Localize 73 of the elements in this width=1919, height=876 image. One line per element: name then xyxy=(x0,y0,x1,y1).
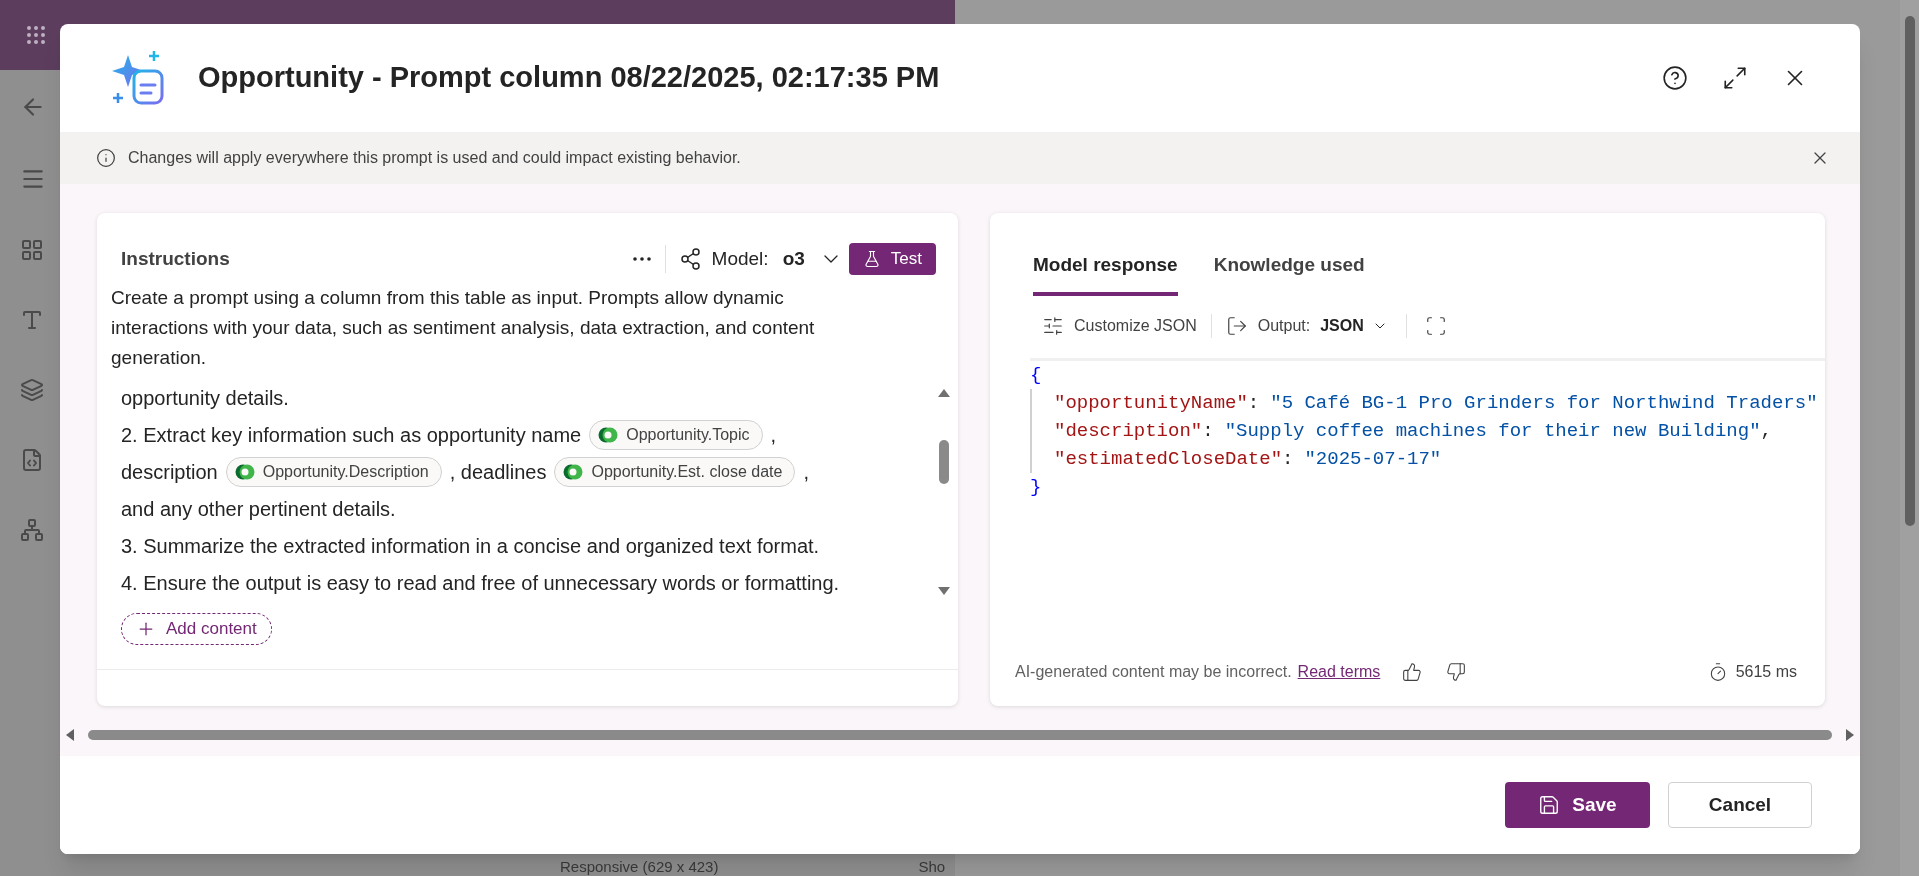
duration-text: 5615 ms xyxy=(1735,662,1797,682)
variable-chip[interactable]: Opportunity.Description xyxy=(225,456,442,487)
code-file-icon[interactable] xyxy=(20,448,44,472)
thumbs-up-icon xyxy=(1402,662,1423,682)
json-colon: : xyxy=(1247,390,1260,416)
customize-json-button[interactable]: Customize JSON xyxy=(1042,313,1197,338)
json-value: "Supply coffee machines for their new Building" xyxy=(1224,418,1761,444)
nodes-icon xyxy=(679,248,702,270)
tab[interactable]: Knowledge used xyxy=(1213,251,1365,296)
instructions-description: Create a prompt using a column from this table as input. Prompts allow dynamic interactions with your data, such as sentiment analysis, data extraction, and content generation. xyxy=(110,286,816,370)
instruction-text: and any other pertinent details. xyxy=(121,496,396,522)
expand-icon xyxy=(1722,65,1748,91)
json-value: "2025-07-17" xyxy=(1304,446,1442,472)
disclaimer-text: AI-generated content may be incorrect. xyxy=(1015,662,1292,682)
info-icon xyxy=(96,148,116,168)
more-button[interactable] xyxy=(632,257,651,261)
variable-chip[interactable]: Opportunity.Topic xyxy=(589,419,763,450)
scroll-up-icon[interactable] xyxy=(938,389,950,397)
panel-title: Instructions xyxy=(121,246,230,271)
dialog-title: Opportunity - Prompt column 08/22/2025, 02:17:35 PM xyxy=(198,60,940,96)
model-value: o3 xyxy=(782,246,805,271)
output-label: Output: xyxy=(1257,315,1311,336)
layout-label: Responsive (629 x 423) xyxy=(560,858,719,876)
json-brace: } xyxy=(1030,474,1042,500)
json-colon: : xyxy=(1282,446,1294,472)
components-icon[interactable] xyxy=(20,238,44,262)
instruction-text: , xyxy=(803,459,809,485)
more-icon xyxy=(632,257,651,261)
instruction-text: 3. Summarize the extracted information in a concise and organized text format. xyxy=(121,533,820,559)
help-button[interactable] xyxy=(1660,63,1690,93)
backdrop-text: Sho xyxy=(918,858,946,876)
fullscreen-button[interactable] xyxy=(1424,314,1447,337)
thumbs-down-icon xyxy=(1446,662,1467,682)
scrollbar-thumb[interactable] xyxy=(1904,16,1915,526)
cancel-button[interactable]: Cancel xyxy=(1668,782,1812,828)
app-launcher-icon[interactable] xyxy=(24,23,48,47)
json-colon: : xyxy=(1202,418,1214,444)
test-button[interactable]: Test xyxy=(848,243,936,275)
thumbs-down-button[interactable] xyxy=(1446,662,1467,682)
instruction-text: , xyxy=(770,422,777,448)
json-key: "estimatedCloseDate" xyxy=(1054,444,1283,473)
flask-icon xyxy=(862,250,881,268)
layers-icon[interactable] xyxy=(20,378,44,402)
notice-text: Changes will apply everywhere this prompt is used and could impact existing behavior. xyxy=(128,148,741,168)
scroll-right-icon[interactable] xyxy=(1846,729,1854,741)
scroll-left-icon[interactable] xyxy=(66,729,74,741)
instruction-text: , deadlines xyxy=(449,459,547,485)
json-key: "description" xyxy=(1054,416,1203,445)
save-icon xyxy=(1538,794,1561,816)
help-icon xyxy=(1662,65,1688,91)
horizontal-scrollbar-thumb[interactable] xyxy=(88,730,1832,740)
variable-chip[interactable]: Opportunity.Est. close date xyxy=(554,456,796,487)
fullscreen-icon xyxy=(1424,314,1447,337)
json-comma: , xyxy=(1760,418,1772,444)
json-value: "5 Café BG-1 Pro Grinders for Northwind Traders" xyxy=(1270,390,1818,416)
output-icon xyxy=(1225,314,1248,337)
instruction-text: 4. Ensure the output is easy to read and free of unnecessary words or formatting. xyxy=(121,570,840,596)
thumbs-up-button[interactable] xyxy=(1402,662,1423,682)
json-key: "opportunityName" xyxy=(1054,388,1248,417)
text-icon[interactable] xyxy=(20,308,44,332)
tab[interactable]: Model response xyxy=(1033,251,1178,296)
scroll-down-icon[interactable] xyxy=(938,587,950,595)
scrollbar-thumb[interactable] xyxy=(939,440,949,484)
instruction-text: description xyxy=(121,459,218,485)
read-terms-link[interactable]: Read terms xyxy=(1297,660,1381,684)
instruction-text: 2. Extract key information such as opportunity name xyxy=(121,422,582,448)
model-label: Model: xyxy=(711,246,769,271)
output-dropdown[interactable]: JSON xyxy=(1320,313,1388,338)
instruction-text: opportunity details. xyxy=(121,385,289,411)
json-brace: { xyxy=(1030,362,1042,388)
save-button[interactable]: Save xyxy=(1505,782,1650,828)
tree-icon[interactable] xyxy=(20,518,44,542)
sliders-icon xyxy=(1042,314,1064,337)
